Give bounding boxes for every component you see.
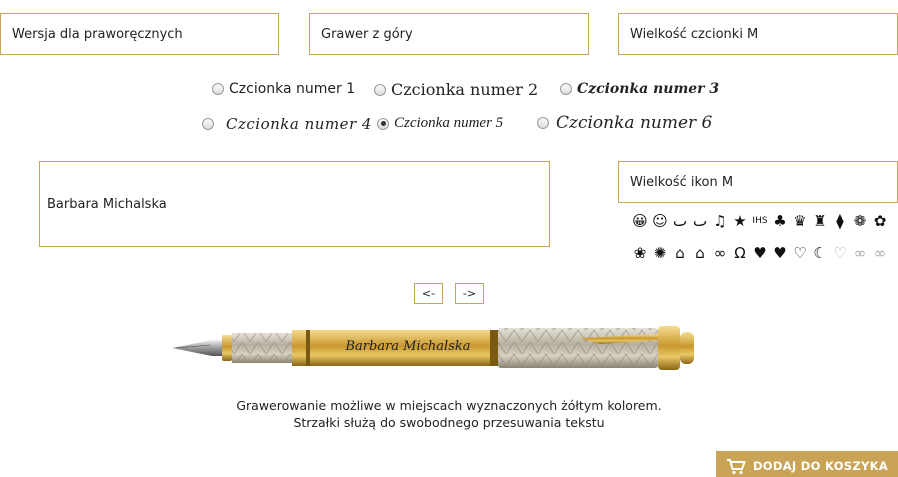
- heart-outline-bold-icon[interactable]: ♥: [750, 243, 770, 263]
- add-to-cart-label: DODAJ DO KOSZYKA: [752, 459, 889, 473]
- font-size-value: Wielkość czcionki M: [630, 26, 759, 42]
- font-2-label: Czcionka numer 2: [391, 80, 539, 99]
- cat-icon[interactable]: ♜: [810, 211, 830, 231]
- horseshoe-icon[interactable]: Ω: [730, 243, 750, 263]
- crescent-icon[interactable]: ☾: [810, 243, 830, 263]
- font-1-radio[interactable]: [212, 83, 224, 95]
- arrow-left-label: <-: [421, 287, 436, 300]
- info-line-1: Grawerowanie możliwe w miejscach wyznacz…: [236, 398, 662, 413]
- hand-version-value: Wersja dla praworęcznych: [12, 26, 183, 42]
- crown-icon[interactable]: ♛: [790, 211, 810, 231]
- smile-big-icon[interactable]: 😀: [630, 211, 650, 231]
- cart-icon: [726, 458, 746, 475]
- wink-face-icon[interactable]: ٮ: [670, 211, 690, 231]
- rings-icon[interactable]: ∞: [710, 243, 730, 263]
- font-option-1[interactable]: Czcionka numer 1: [212, 81, 355, 97]
- font-4-radio[interactable]: [202, 118, 214, 130]
- icon-size-select[interactable]: Wielkość ikon M: [618, 161, 898, 203]
- info-line-2: Strzałki służą do swobodnego przesuwania…: [293, 415, 605, 430]
- engraving-icons-grid: 😀 ☺ ٮ ٮ ♫ ★ IHS ♣ ♛ ♜ ⧫ ❁ ✿ ❀ ✺ ⌂ ⌂ ∞ Ω ♥ ♥ ♡ ☾ ♡ ∞ ∞: [630, 210, 898, 274]
- font-option-5[interactable]: Czcionka numer 5: [377, 115, 503, 132]
- icons-row-1: 😀 ☺ ٮ ٮ ♫ ★ IHS ♣ ♛ ♜ ⧫ ❁ ✿: [630, 210, 898, 232]
- font-4-label: Czcionka numer 4: [226, 115, 372, 133]
- heart-outline-icon[interactable]: ♡: [790, 243, 810, 263]
- font-3-radio[interactable]: [560, 83, 572, 95]
- font-6-radio[interactable]: [537, 117, 549, 129]
- font-3-label: Czcionka numer 3: [577, 81, 720, 97]
- font-option-4[interactable]: Czcionka numer 4: [202, 115, 372, 133]
- star-icon[interactable]: ★: [730, 211, 750, 231]
- rose-icon[interactable]: ✿: [870, 211, 890, 231]
- font-size-select[interactable]: Wielkość czcionki M: [618, 13, 898, 55]
- medal-icon[interactable]: ✺: [650, 243, 670, 263]
- font-5-radio[interactable]: [377, 117, 389, 130]
- font-option-2[interactable]: Czcionka numer 2: [374, 80, 538, 99]
- paw-icon[interactable]: ❀: [630, 243, 650, 263]
- pen-engraving-preview: Barbara Michalska: [345, 339, 471, 354]
- engraving-position-value: Grawer z góry: [321, 26, 413, 42]
- icon-size-value: Wielkość ikon M: [630, 174, 734, 190]
- graduation-hat-icon[interactable]: ⌂: [690, 243, 710, 263]
- engraving-text-input[interactable]: [39, 161, 550, 247]
- heart-thin-icon[interactable]: ♡: [830, 243, 850, 263]
- font-option-3[interactable]: Czcionka numer 3: [560, 81, 719, 97]
- move-text-left-button[interactable]: <-: [414, 283, 443, 304]
- flower-icon[interactable]: ❁: [850, 211, 870, 231]
- infinity-alt-icon[interactable]: ∞: [870, 243, 890, 263]
- font-5-label: Czcionka numer 5: [394, 115, 504, 131]
- icons-row-2: ❀ ✺ ⌂ ⌂ ∞ Ω ♥ ♥ ♡ ☾ ♡ ∞ ∞: [630, 242, 898, 264]
- ihs-icon[interactable]: IHS: [750, 211, 770, 231]
- font-option-6[interactable]: Czcionka numer 6: [537, 113, 712, 133]
- smile-icon[interactable]: ☺: [650, 211, 670, 231]
- arrow-right-label: ->: [462, 287, 477, 300]
- font-6-label: Czcionka numer 6: [556, 113, 713, 133]
- graduation-cap-icon[interactable]: ⌂: [670, 243, 690, 263]
- infinity-icon[interactable]: ∞: [850, 243, 870, 263]
- clover-icon[interactable]: ♣: [770, 211, 790, 231]
- hand-version-select[interactable]: Wersja dla praworęcznych: [0, 13, 279, 55]
- grin-face-icon[interactable]: ٮ: [690, 211, 710, 231]
- add-to-cart-button[interactable]: DODAJ DO KOSZYKA: [716, 451, 898, 477]
- engraving-position-select[interactable]: Grawer z góry: [309, 13, 589, 55]
- heart-icon[interactable]: ♥: [770, 243, 790, 263]
- tie-icon[interactable]: ⧫: [830, 211, 850, 231]
- font-1-label: Czcionka numer 1: [229, 81, 356, 97]
- move-text-right-button[interactable]: ->: [455, 283, 484, 304]
- music-note-icon[interactable]: ♫: [710, 211, 730, 231]
- font-2-radio[interactable]: [374, 83, 386, 96]
